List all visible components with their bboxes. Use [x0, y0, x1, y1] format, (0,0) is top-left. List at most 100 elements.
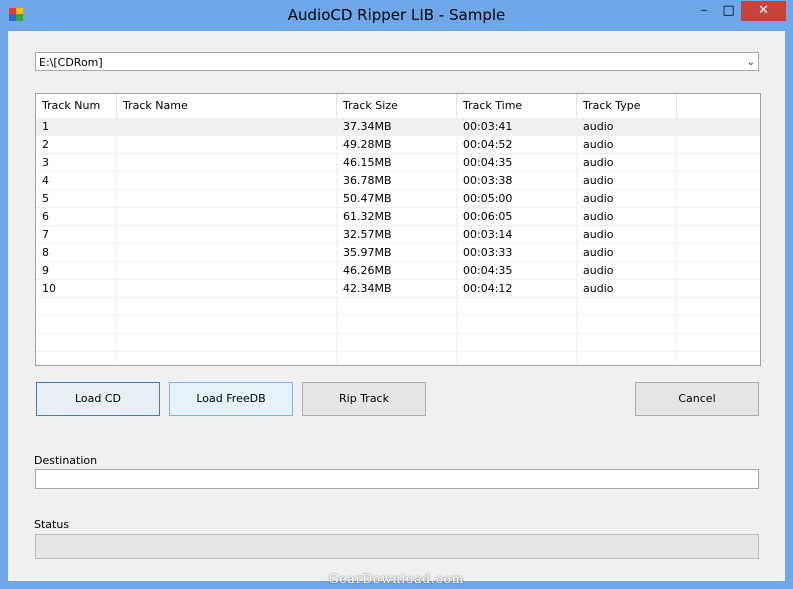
- client-area: E:\[CDRom] ⌄ Track Num Track Name Track …: [8, 31, 785, 581]
- app-window: AudioCD Ripper LIB - Sample – □ ✕ E:\[CD…: [0, 0, 793, 589]
- cell-track-name: [117, 298, 337, 315]
- cell-track-size: 35.97MB: [337, 244, 457, 261]
- cell-filler: [677, 316, 760, 333]
- rip-track-button[interactable]: Rip Track: [302, 382, 426, 416]
- cell-track-name: [117, 280, 337, 297]
- cell-filler: [677, 118, 760, 135]
- cell-track-time: 00:05:00: [457, 190, 577, 207]
- table-row[interactable]: 8 35.97MB 00:03:33 audio: [36, 244, 760, 262]
- title-bar[interactable]: AudioCD Ripper LIB - Sample – □ ✕: [0, 0, 793, 31]
- cell-filler: [677, 352, 760, 365]
- window-title: AudioCD Ripper LIB - Sample: [287, 6, 506, 24]
- cell-track-time: 00:03:14: [457, 226, 577, 243]
- cell-track-name: [117, 262, 337, 279]
- cell-track-type: [577, 316, 677, 333]
- drive-select-value: E:\[CDRom]: [39, 56, 103, 69]
- column-header-track-name[interactable]: Track Name: [117, 94, 337, 118]
- cell-filler: [677, 154, 760, 171]
- cell-track-num: 1: [36, 118, 117, 135]
- cell-track-type: audio: [577, 154, 677, 171]
- cell-filler: [677, 190, 760, 207]
- cell-track-size: [337, 316, 457, 333]
- status-label: Status: [34, 518, 70, 531]
- cell-track-time: 00:06:05: [457, 208, 577, 225]
- cell-track-size: 46.15MB: [337, 154, 457, 171]
- cell-track-type: [577, 298, 677, 315]
- cell-track-time: 00:03:41: [457, 118, 577, 135]
- cell-track-name: [117, 208, 337, 225]
- cell-track-type: audio: [577, 118, 677, 135]
- cell-track-name: [117, 118, 337, 135]
- cell-track-num: [36, 352, 117, 365]
- cell-track-name: [117, 190, 337, 207]
- cell-track-time: 00:04:35: [457, 154, 577, 171]
- track-rows: 1 37.34MB 00:03:41 audio 2 49.28MB 00:04:52 aud…: [36, 118, 760, 365]
- cell-track-num: 4: [36, 172, 117, 189]
- table-row[interactable]: 2 49.28MB 00:04:52 audio: [36, 136, 760, 154]
- cell-track-type: [577, 334, 677, 351]
- cell-filler: [677, 280, 760, 297]
- cell-track-size: 49.28MB: [337, 136, 457, 153]
- cell-track-time: [457, 298, 577, 315]
- cell-track-num: 8: [36, 244, 117, 261]
- cell-track-size: 61.32MB: [337, 208, 457, 225]
- cell-track-num: 5: [36, 190, 117, 207]
- column-header-track-num[interactable]: Track Num: [36, 94, 117, 118]
- cell-track-num: 2: [36, 136, 117, 153]
- table-row[interactable]: 5 50.47MB 00:05:00 audio: [36, 190, 760, 208]
- cell-track-type: audio: [577, 208, 677, 225]
- cell-track-num: [36, 316, 117, 333]
- column-header-filler: [677, 94, 760, 118]
- destination-label: Destination: [34, 454, 98, 467]
- cell-track-type: audio: [577, 280, 677, 297]
- cell-track-size: 36.78MB: [337, 172, 457, 189]
- table-row[interactable]: 1 37.34MB 00:03:41 audio: [36, 118, 760, 136]
- cell-track-type: audio: [577, 226, 677, 243]
- column-header-track-type[interactable]: Track Type: [577, 94, 677, 118]
- cell-track-type: [577, 352, 677, 365]
- cell-track-size: 32.57MB: [337, 226, 457, 243]
- cell-track-name: [117, 172, 337, 189]
- cell-track-type: audio: [577, 244, 677, 261]
- table-row[interactable]: 7 32.57MB 00:03:14 audio: [36, 226, 760, 244]
- maximize-button[interactable]: □: [715, 1, 742, 21]
- column-header-track-time[interactable]: Track Time: [457, 94, 577, 118]
- cell-track-time: [457, 334, 577, 351]
- cell-track-size: [337, 352, 457, 365]
- track-list[interactable]: Track Num Track Name Track Size Track Ti…: [35, 93, 761, 366]
- cell-track-size: [337, 298, 457, 315]
- table-row: [36, 352, 760, 365]
- cancel-button[interactable]: Cancel: [635, 382, 759, 416]
- cell-filler: [677, 226, 760, 243]
- table-row[interactable]: 3 46.15MB 00:04:35 audio: [36, 154, 760, 172]
- cell-filler: [677, 244, 760, 261]
- cell-track-num: 7: [36, 226, 117, 243]
- cell-track-num: [36, 298, 117, 315]
- close-button[interactable]: ✕: [741, 1, 786, 21]
- table-row[interactable]: 4 36.78MB 00:03:38 audio: [36, 172, 760, 190]
- chevron-down-icon[interactable]: ⌄: [747, 53, 755, 72]
- cell-track-name: [117, 334, 337, 351]
- load-cd-button[interactable]: Load CD: [36, 382, 160, 416]
- cell-track-name: [117, 226, 337, 243]
- minimize-button[interactable]: –: [690, 1, 718, 21]
- cell-track-time: 00:03:33: [457, 244, 577, 261]
- cell-track-type: audio: [577, 172, 677, 189]
- table-row[interactable]: 9 46.26MB 00:04:35 audio: [36, 262, 760, 280]
- cell-filler: [677, 208, 760, 225]
- destination-input[interactable]: [35, 469, 759, 489]
- cell-track-name: [117, 244, 337, 261]
- drive-select[interactable]: E:\[CDRom] ⌄: [35, 52, 759, 71]
- cell-filler: [677, 172, 760, 189]
- track-list-header: Track Num Track Name Track Size Track Ti…: [36, 94, 760, 119]
- table-row[interactable]: 10 42.34MB 00:04:12 audio: [36, 280, 760, 298]
- cell-filler: [677, 262, 760, 279]
- column-header-track-size[interactable]: Track Size: [337, 94, 457, 118]
- cell-track-time: 00:03:38: [457, 172, 577, 189]
- load-freedb-button[interactable]: Load FreeDB: [169, 382, 293, 416]
- table-row[interactable]: 6 61.32MB 00:06:05 audio: [36, 208, 760, 226]
- cell-track-type: audio: [577, 262, 677, 279]
- cell-track-num: 9: [36, 262, 117, 279]
- cell-track-size: 37.34MB: [337, 118, 457, 135]
- table-row: [36, 316, 760, 334]
